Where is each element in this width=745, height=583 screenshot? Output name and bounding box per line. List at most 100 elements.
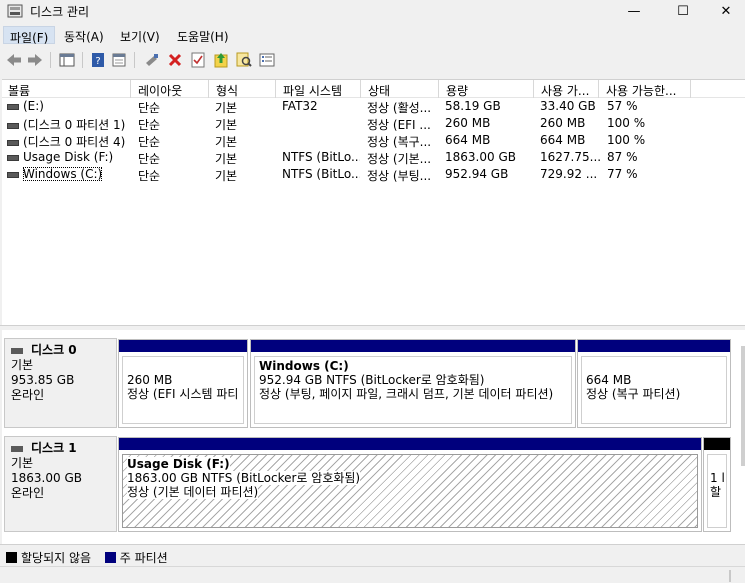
back-icon bbox=[7, 54, 21, 66]
volume-row[interactable]: (디스크 0 파티션 4) 단순 기본 정상 (복구... 664 MB 664… bbox=[2, 132, 745, 149]
menu-file[interactable]: 파일(F) bbox=[3, 26, 56, 45]
status-bar-separator bbox=[729, 570, 731, 582]
refresh-button[interactable] bbox=[110, 51, 128, 69]
maximize-button[interactable]: ☐ bbox=[660, 0, 706, 22]
volume-layout: 단순 bbox=[138, 152, 161, 166]
close-button[interactable]: ✕ bbox=[703, 0, 745, 22]
volume-fs: NTFS (BitLo... bbox=[282, 150, 360, 164]
volume-row[interactable]: Windows (C:) 단순 기본 NTFS (BitLo... 정상 (부팅… bbox=[2, 166, 745, 183]
svg-text:?: ? bbox=[95, 56, 100, 67]
disk-icon bbox=[11, 347, 23, 354]
disk-state: 온라인 bbox=[11, 486, 45, 500]
disk-name: 디스크 1 bbox=[31, 441, 77, 455]
column-status[interactable]: 상태 bbox=[362, 80, 439, 98]
list-view-icon bbox=[259, 53, 275, 67]
volume-type: 기본 bbox=[215, 118, 238, 132]
help-button[interactable]: ? bbox=[89, 51, 107, 69]
graph-scrollbar[interactable] bbox=[741, 346, 745, 466]
minimize-button[interactable]: — bbox=[611, 0, 657, 22]
partition-unallocated[interactable]: 1 l 할 bbox=[703, 437, 731, 532]
column-volume[interactable]: 볼륨 bbox=[2, 80, 131, 98]
partition-status: 정상 (복구 파티션) bbox=[586, 387, 681, 401]
close-icon: ✕ bbox=[720, 3, 732, 19]
volume-name: (디스크 0 파티션 1) bbox=[23, 118, 126, 132]
connect-button[interactable] bbox=[143, 51, 161, 69]
delete-button[interactable] bbox=[166, 51, 184, 69]
status-bar bbox=[0, 566, 745, 583]
partition-usage-disk[interactable]: Usage Disk (F:) 1863.00 GB NTFS (BitLock… bbox=[118, 437, 702, 532]
column-free-space[interactable]: 사용 가... bbox=[535, 80, 599, 98]
volume-capacity: 58.19 GB bbox=[445, 99, 501, 113]
connect-icon bbox=[146, 54, 158, 66]
volume-row[interactable]: Usage Disk (F:) 단순 기본 NTFS (BitLo... 정상 … bbox=[2, 149, 745, 166]
disk-size: 1863.00 GB bbox=[11, 471, 82, 485]
partition-recovery[interactable]: 664 MB 정상 (복구 파티션) bbox=[577, 339, 731, 428]
volume-name: (E:) bbox=[23, 99, 44, 113]
disk-name: 디스크 0 bbox=[31, 343, 77, 357]
volume-type: 기본 bbox=[215, 152, 238, 166]
volume-icon bbox=[7, 122, 19, 129]
volume-icon bbox=[7, 171, 19, 178]
column-capacity[interactable]: 용량 bbox=[440, 80, 534, 98]
find-button[interactable] bbox=[235, 51, 253, 69]
volume-free: 260 MB bbox=[540, 116, 586, 130]
toolbar: ? bbox=[0, 48, 745, 72]
delete-icon bbox=[168, 53, 182, 67]
column-percent-free[interactable]: 사용 가능한... bbox=[600, 80, 691, 98]
refresh-icon bbox=[112, 53, 126, 67]
volume-status: 정상 (부팅... bbox=[367, 169, 432, 183]
volume-fs: FAT32 bbox=[282, 99, 318, 113]
partition-size: 1 l bbox=[710, 471, 725, 485]
partition-efi[interactable]: 260 MB 정상 (EFI 시스템 파티 bbox=[118, 339, 248, 428]
move-up-icon bbox=[214, 53, 228, 68]
partition-title bbox=[127, 359, 239, 373]
partition-status: 정상 (EFI 시스템 파티 bbox=[127, 387, 239, 401]
properties-button[interactable] bbox=[189, 51, 207, 69]
partition-title bbox=[586, 359, 722, 373]
partition-size: 664 MB bbox=[586, 373, 632, 387]
disk-0-label[interactable]: 디스크 0 기본 953.85 GB 온라인 bbox=[4, 338, 117, 428]
volume-free: 33.40 GB bbox=[540, 99, 596, 113]
volume-status: 정상 (복구... bbox=[367, 135, 432, 149]
back-button[interactable] bbox=[5, 51, 23, 69]
partition-status: 정상 (기본 데이터 파티션) bbox=[127, 485, 259, 499]
list-view-button[interactable] bbox=[258, 51, 276, 69]
help-icon: ? bbox=[92, 53, 104, 67]
volume-status: 정상 (활성... bbox=[367, 101, 432, 115]
menu-bar: 파일(F) 동작(A) 보기(V) 도움말(H) bbox=[0, 24, 745, 46]
volume-list-header: 볼륨 레이아웃 형식 파일 시스템 상태 용량 사용 가... 사용 가능한..… bbox=[2, 80, 745, 98]
volume-status: 정상 (EFI ... bbox=[367, 118, 431, 132]
volume-row[interactable]: (E:) 단순 기본 FAT32 정상 (활성... 58.19 GB 33.4… bbox=[2, 98, 745, 115]
menu-help[interactable]: 도움말(H) bbox=[171, 26, 235, 44]
volume-layout: 단순 bbox=[138, 169, 161, 183]
column-type[interactable]: 형식 bbox=[210, 80, 276, 98]
column-file-system[interactable]: 파일 시스템 bbox=[277, 80, 361, 98]
menu-action[interactable]: 동작(A) bbox=[58, 26, 110, 44]
column-layout[interactable]: 레이아웃 bbox=[132, 80, 209, 98]
menu-view[interactable]: 보기(V) bbox=[114, 26, 166, 44]
volume-layout: 단순 bbox=[138, 101, 161, 115]
volume-row[interactable]: (디스크 0 파티션 1) 단순 기본 정상 (EFI ... 260 MB 2… bbox=[2, 115, 745, 132]
disk-state: 온라인 bbox=[11, 388, 45, 402]
volume-type: 기본 bbox=[215, 101, 238, 115]
find-icon bbox=[236, 52, 252, 67]
console-tree-button[interactable] bbox=[58, 51, 76, 69]
volume-capacity: 664 MB bbox=[445, 133, 491, 147]
volume-free: 664 MB bbox=[540, 133, 586, 147]
volume-icon bbox=[7, 139, 19, 146]
volume-name: Windows (C:) bbox=[23, 167, 103, 181]
move-up-button[interactable] bbox=[212, 51, 230, 69]
partition-status: 할 bbox=[710, 485, 722, 499]
minimize-icon: — bbox=[627, 3, 641, 19]
volume-percent-free: 87 % bbox=[607, 150, 638, 164]
disk-icon bbox=[11, 445, 23, 452]
forward-button[interactable] bbox=[26, 51, 44, 69]
console-tree-icon bbox=[59, 53, 75, 67]
volume-capacity: 1863.00 GB bbox=[445, 150, 516, 164]
disk-1-label[interactable]: 디스크 1 기본 1863.00 GB 온라인 bbox=[4, 436, 117, 532]
partition-windows[interactable]: Windows (C:) 952.94 GB NTFS (BitLocker로 … bbox=[250, 339, 576, 428]
volume-name: Usage Disk (F:) bbox=[23, 150, 114, 164]
volume-fs bbox=[282, 132, 360, 149]
volume-name: (디스크 0 파티션 4) bbox=[23, 135, 126, 149]
partition-size: 260 MB bbox=[127, 373, 173, 387]
